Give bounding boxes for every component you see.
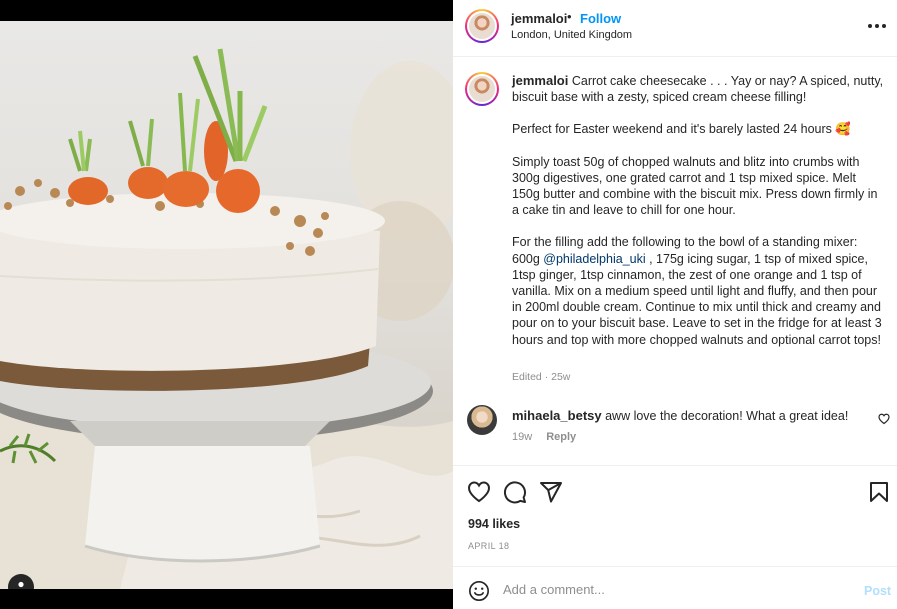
post-header: jemmaloi • Follow London, United Kingdom	[453, 0, 897, 57]
comment-meta: 19w Reply	[512, 431, 590, 443]
comment-input[interactable]	[503, 578, 843, 600]
comments-section[interactable]: jemmaloi Carrot cake cheesecake . . . Ya…	[453, 58, 897, 466]
caption-paragraph-3: Simply toast 50g of chopped walnuts and …	[512, 154, 878, 218]
post-photo[interactable]	[0, 21, 453, 589]
bookmark-icon[interactable]	[867, 480, 891, 504]
post-media[interactable]	[0, 0, 453, 609]
follow-button[interactable]: Follow	[580, 11, 621, 26]
header-separator: •	[567, 9, 572, 24]
caption-paragraph-1: Carrot cake cheesecake . . . Yay or nay?…	[512, 74, 884, 105]
comment-body: mihaela_betsy aww love the decoration! W…	[512, 408, 872, 423]
share-icon[interactable]	[539, 480, 563, 504]
comment-icon[interactable]	[503, 480, 527, 504]
caption-username[interactable]: jemmaloi	[512, 73, 568, 88]
reply-button[interactable]: Reply	[546, 431, 576, 443]
caption-avatar[interactable]	[465, 72, 499, 106]
mention-link[interactable]: @philadelphia_uki	[543, 252, 645, 266]
post-details-panel: jemmaloi • Follow London, United Kingdom…	[453, 0, 897, 609]
user-silhouette-icon	[18, 581, 24, 588]
caption-meta: Edited · 25w	[512, 371, 571, 383]
heart-icon[interactable]	[467, 480, 491, 504]
likes-count[interactable]: 994 likes	[468, 517, 520, 531]
post-comment-button[interactable]: Post	[864, 584, 891, 598]
add-comment-bar: Post	[453, 568, 897, 609]
more-options-icon[interactable]	[865, 16, 889, 36]
comment-text: aww love the decoration! What a great id…	[605, 409, 849, 423]
commenter-username[interactable]: mihaela_betsy	[512, 408, 602, 423]
cheesecake-illustration	[0, 48, 453, 589]
comment-age[interactable]: 19w	[512, 431, 532, 443]
post-actions: 994 likes APRIL 18	[453, 467, 897, 567]
commenter-avatar[interactable]	[467, 405, 497, 435]
caption-paragraph-4: For the filling add the following to the…	[512, 234, 884, 347]
caption-text: jemmaloi Carrot cake cheesecake . . . Ya…	[512, 73, 884, 364]
small-heart-icon[interactable]	[878, 413, 890, 425]
emoji-icon[interactable]	[468, 580, 490, 602]
caption-paragraph-2: Perfect for Easter weekend and it's bare…	[512, 122, 851, 137]
post-location[interactable]: London, United Kingdom	[511, 29, 632, 41]
post-date[interactable]: APRIL 18	[468, 541, 509, 551]
author-username[interactable]: jemmaloi	[511, 11, 567, 26]
author-avatar[interactable]	[465, 9, 499, 43]
